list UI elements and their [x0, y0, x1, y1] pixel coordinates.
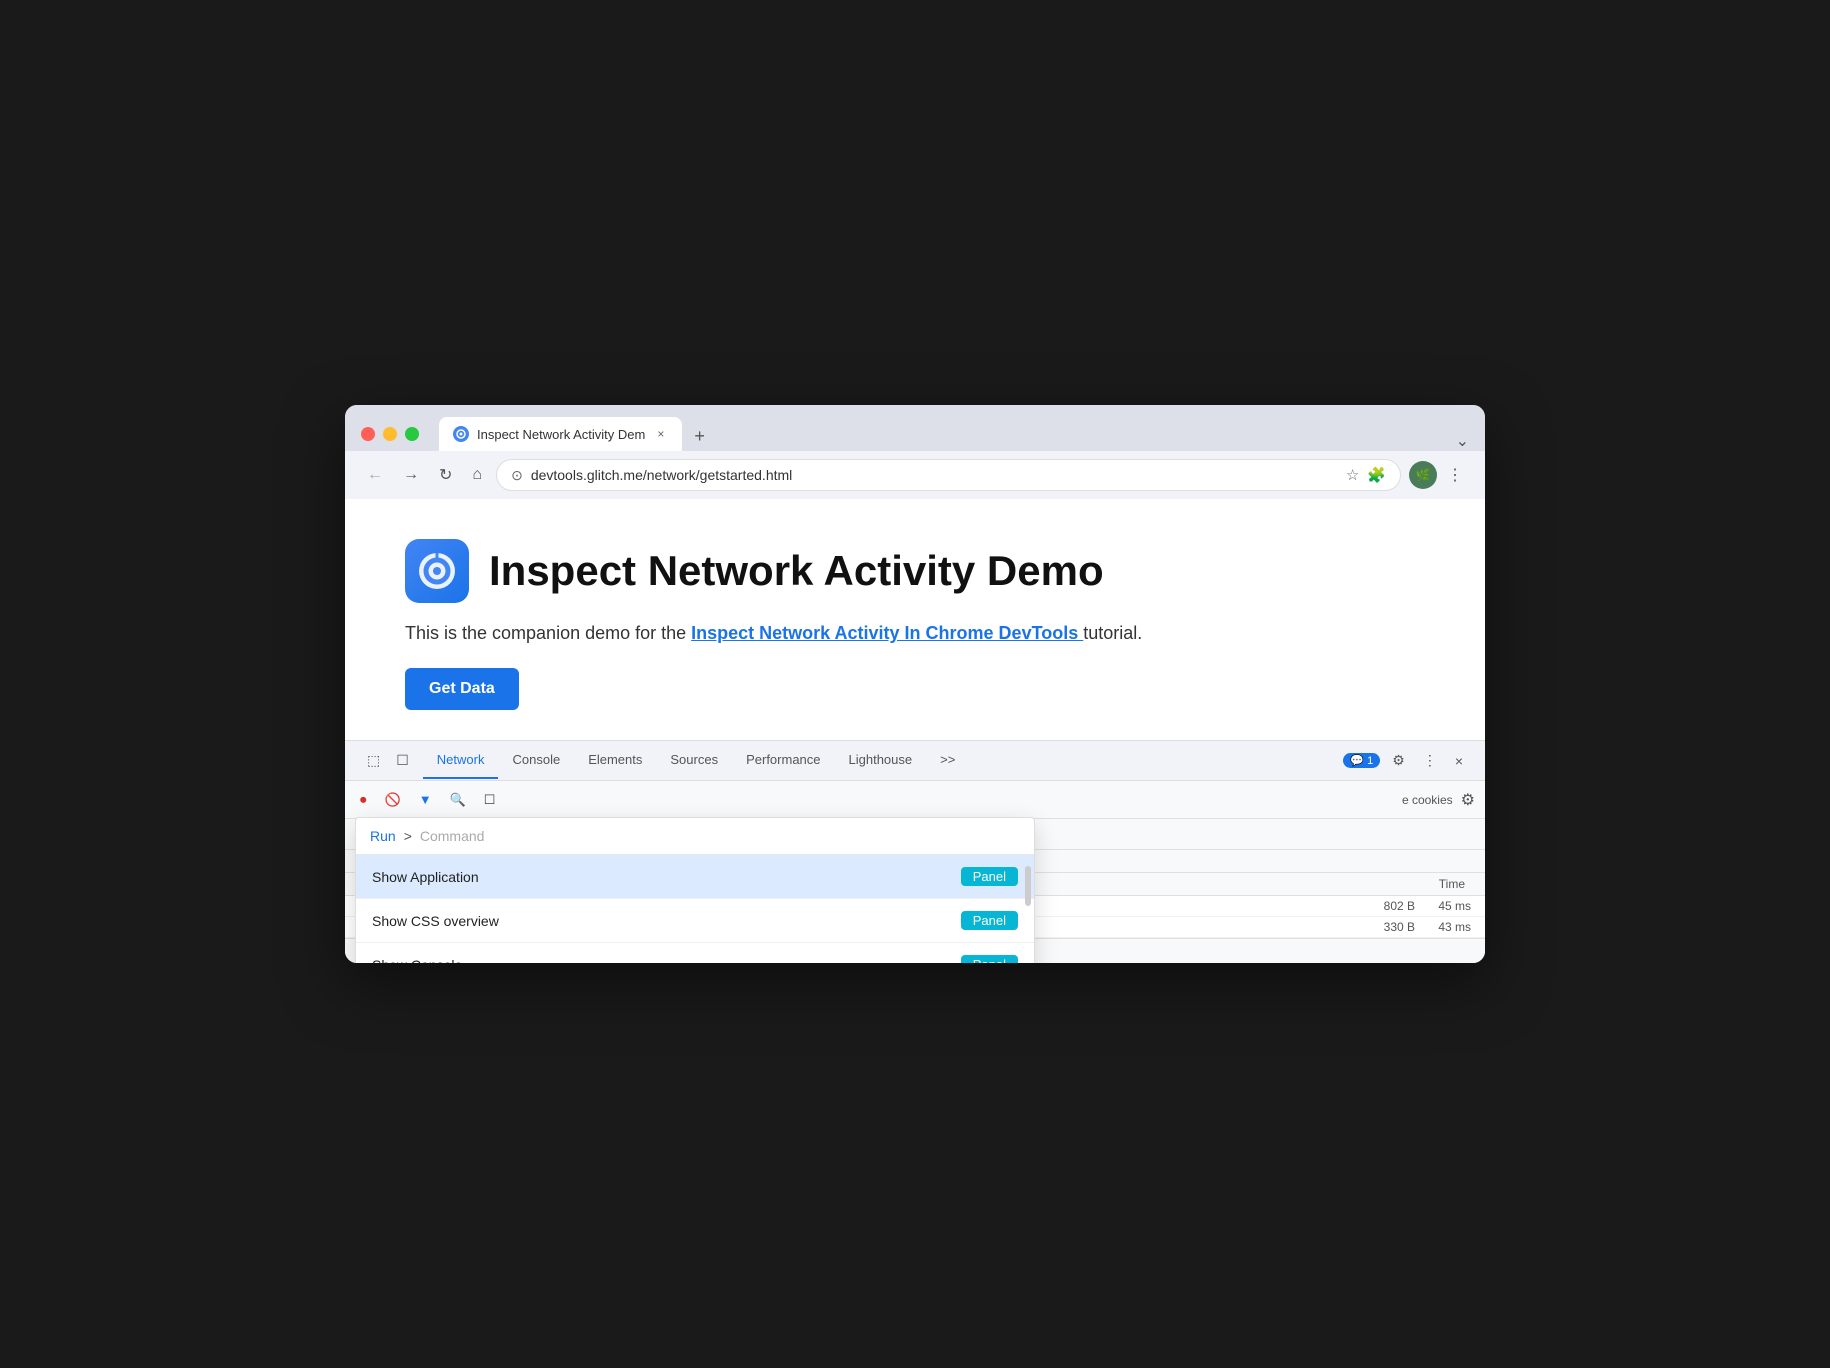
- file-time-js: 43 ms: [1415, 920, 1475, 934]
- address-text: devtools.glitch.me/network/getstarted.ht…: [531, 467, 1338, 483]
- tab-network[interactable]: Network: [423, 742, 499, 779]
- devtools-icons-left: ⬚ ☐: [353, 748, 423, 773]
- forward-button[interactable]: →: [397, 462, 425, 488]
- cmd-label-css-overview: Show CSS overview: [372, 913, 961, 929]
- page-title: Inspect Network Activity Demo: [489, 547, 1104, 595]
- network-toolbar: ⏺ 🚫 ▼ 🔍 ☐ e cookies ⚙: [345, 781, 1485, 819]
- tab-elements[interactable]: Elements: [574, 742, 656, 779]
- tab-lighthouse[interactable]: Lighthouse: [835, 742, 927, 779]
- file-size-css: 802 B: [1365, 899, 1415, 913]
- close-button[interactable]: [361, 427, 375, 441]
- command-item-css-overview[interactable]: Show CSS overview Panel: [356, 899, 1034, 943]
- browser-tab-active[interactable]: Inspect Network Activity Dem ×: [439, 417, 682, 451]
- page-heading: Inspect Network Activity Demo: [405, 539, 1425, 603]
- devtools-panel: ⬚ ☐ Network Console Elements Sources Per…: [345, 740, 1485, 963]
- devtools-tabs-bar: ⬚ ☐ Network Console Elements Sources Per…: [345, 741, 1485, 781]
- record-button[interactable]: ⏺: [355, 789, 372, 811]
- tab-chevron-icon[interactable]: ⌄: [1456, 431, 1469, 451]
- network-settings-icon[interactable]: ⚙: [1461, 790, 1475, 810]
- search-button[interactable]: 🔍: [445, 789, 471, 811]
- browser-window: Inspect Network Activity Dem × + ⌄ ← → ↻…: [345, 405, 1485, 963]
- cookies-text: e cookies: [1402, 793, 1453, 807]
- minimize-button[interactable]: [383, 427, 397, 441]
- tabs-row: Inspect Network Activity Dem × + ⌄: [439, 417, 1469, 451]
- console-badge: 💬 1: [1343, 753, 1380, 768]
- device-toggle-icon[interactable]: ☐: [390, 748, 415, 773]
- command-item-console[interactable]: Show Console Panel: [356, 943, 1034, 963]
- tab-favicon: [453, 426, 469, 442]
- nav-actions: 🌿 ⋮: [1409, 461, 1469, 489]
- cmd-badge-console: Panel: [961, 955, 1018, 963]
- bookmark-icon[interactable]: ☆: [1346, 466, 1359, 484]
- cmd-label-application: Show Application: [372, 869, 961, 885]
- cmd-placeholder: Command: [420, 828, 485, 844]
- cmd-badge-application: Panel: [961, 867, 1018, 886]
- tab-title: Inspect Network Activity Dem: [477, 427, 645, 442]
- inspect-element-icon[interactable]: ⬚: [361, 748, 386, 773]
- tab-console[interactable]: Console: [498, 742, 574, 779]
- clear-button[interactable]: 🚫: [380, 789, 406, 811]
- nav-bar: ← → ↻ ⌂ ⊙ devtools.glitch.me/network/get…: [345, 451, 1485, 499]
- network-table-area: ⏺ 🚫 ▼ 🔍 ☐ e cookies ⚙ ▼ Filter All Fetch…: [345, 781, 1485, 963]
- desc-suffix: tutorial.: [1083, 623, 1142, 643]
- avatar[interactable]: 🌿: [1409, 461, 1437, 489]
- tab-more[interactable]: >>: [926, 742, 969, 779]
- address-security-icon: ⊙: [511, 467, 523, 484]
- maximize-button[interactable]: [405, 427, 419, 441]
- cmd-label-console: Show Console: [372, 957, 961, 964]
- tab-sources[interactable]: Sources: [656, 742, 732, 779]
- devtools-more-icon[interactable]: ⋮: [1417, 748, 1443, 773]
- tab-close-button[interactable]: ×: [653, 425, 668, 443]
- desc-prefix: This is the companion demo for the: [405, 623, 691, 643]
- command-input-row: Run > Command: [356, 818, 1034, 855]
- reload-button[interactable]: ↻: [433, 461, 458, 489]
- screenshot-button[interactable]: ☐: [479, 789, 501, 811]
- command-menu[interactable]: Run > Command Show Application Panel Sho…: [355, 817, 1035, 963]
- filter-button[interactable]: ▼: [414, 789, 437, 810]
- traffic-lights: [361, 427, 419, 441]
- title-bar: Inspect Network Activity Dem × + ⌄: [345, 405, 1485, 451]
- page-logo: [405, 539, 469, 603]
- devtools-link[interactable]: Inspect Network Activity In Chrome DevTo…: [691, 623, 1083, 643]
- badge-icon: 💬: [1350, 755, 1364, 767]
- devtools-right: 💬 1 ⚙ ⋮ ×: [1343, 748, 1477, 773]
- cmd-badge-css-overview: Panel: [961, 911, 1018, 930]
- new-tab-button[interactable]: +: [686, 422, 713, 451]
- home-button[interactable]: ⌂: [466, 462, 488, 488]
- devtools-close-icon[interactable]: ×: [1449, 749, 1469, 773]
- extensions-icon[interactable]: 🧩: [1367, 466, 1386, 484]
- tab-performance[interactable]: Performance: [732, 742, 834, 779]
- address-bar[interactable]: ⊙ devtools.glitch.me/network/getstarted.…: [496, 459, 1401, 491]
- back-button[interactable]: ←: [361, 462, 389, 488]
- run-label: Run: [370, 828, 396, 844]
- scrollbar: [1025, 866, 1031, 906]
- page-description: This is the companion demo for the Inspe…: [405, 623, 1425, 644]
- file-size-js: 330 B: [1365, 920, 1415, 934]
- chrome-menu-button[interactable]: ⋮: [1441, 461, 1469, 489]
- file-time-css: 45 ms: [1415, 899, 1475, 913]
- command-item-application[interactable]: Show Application Panel: [356, 855, 1034, 899]
- cmd-arrow-icon: >: [404, 828, 412, 844]
- devtools-settings-icon[interactable]: ⚙: [1386, 748, 1411, 773]
- get-data-button[interactable]: Get Data: [405, 668, 519, 710]
- page-content: Inspect Network Activity Demo This is th…: [345, 499, 1485, 740]
